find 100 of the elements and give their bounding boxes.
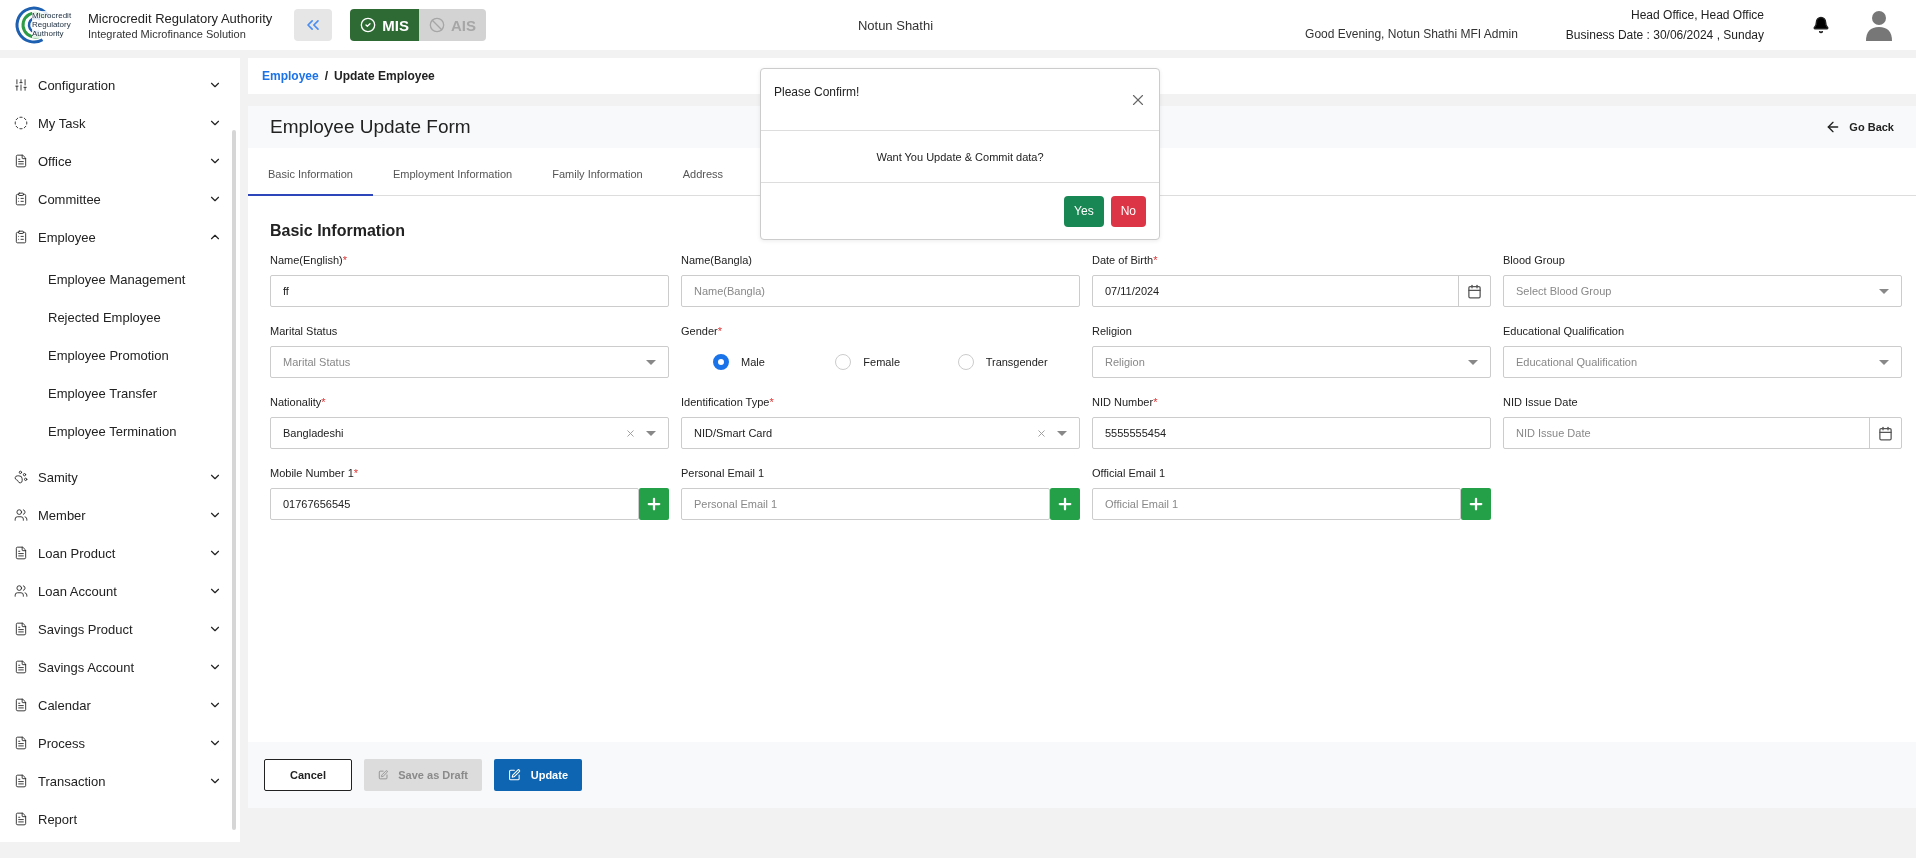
sidebar-subitem[interactable]: Rejected Employee: [0, 298, 240, 336]
field-value: ff: [283, 285, 290, 297]
sidebar-item[interactable]: Loan Product: [0, 534, 240, 572]
people-icon: [14, 508, 28, 522]
field-value: 07/11/2024: [1105, 285, 1161, 297]
sidebar-item[interactable]: Transaction: [0, 762, 240, 800]
sidebar-item[interactable]: Savings Product: [0, 610, 240, 648]
clear-icon[interactable]: [625, 427, 636, 439]
radio-button[interactable]: [835, 354, 852, 370]
radio-option[interactable]: Female: [835, 354, 958, 370]
field-label: Name(Bangla): [681, 254, 753, 268]
go-back-link[interactable]: Go Back: [1825, 119, 1894, 135]
sidebar-item[interactable]: Samity: [0, 458, 240, 496]
section-title: Basic Information: [270, 222, 406, 240]
avatar-icon[interactable]: [1864, 9, 1894, 41]
ban-icon: [428, 17, 445, 33]
input-field[interactable]: 01767656545: [270, 488, 639, 520]
field-value: NID/Smart Card: [694, 427, 774, 439]
radio-button[interactable]: [713, 354, 729, 370]
caret-icon: [1468, 359, 1478, 365]
radio-option[interactable]: Male: [713, 354, 836, 370]
form-tab[interactable]: Basic Information: [248, 154, 373, 196]
sidebar-item[interactable]: Employee: [0, 218, 240, 256]
select-field[interactable]: Religion: [1092, 346, 1491, 378]
select-field[interactable]: Marital Status: [270, 346, 669, 378]
radio-button[interactable]: [957, 354, 974, 370]
check-icon: [360, 17, 377, 33]
breadcrumb-current: Update Employee: [334, 69, 435, 83]
date-field[interactable]: 07/11/2024: [1092, 275, 1491, 307]
sliders-icon: [14, 78, 28, 92]
caret-icon: [1879, 359, 1889, 365]
sidebar-subitem[interactable]: Employee Termination: [0, 412, 240, 450]
input-field[interactable]: Personal Email 1: [681, 488, 1050, 520]
clear-icon[interactable]: [1036, 427, 1047, 439]
add-button[interactable]: [639, 488, 669, 520]
document-icon: [14, 622, 28, 636]
placeholder-text: Marital Status: [283, 356, 352, 368]
caret-icon: [1057, 430, 1067, 436]
yes-button[interactable]: Yes: [1064, 195, 1104, 227]
sidebar-item[interactable]: Office: [0, 142, 240, 180]
sidebar-item[interactable]: Member: [0, 496, 240, 534]
sidebar-item[interactable]: Process: [0, 724, 240, 762]
dialog-title: Please Confirm!: [774, 85, 860, 101]
paw-icon: [14, 470, 28, 484]
collapse-button[interactable]: [294, 9, 333, 41]
placeholder-text: Religion: [1105, 356, 1146, 368]
document-icon: [14, 154, 28, 168]
date-field[interactable]: NID Issue Date: [1503, 417, 1902, 449]
input-field[interactable]: ff: [270, 275, 669, 307]
sidebar-item[interactable]: Configuration: [0, 66, 240, 104]
plus-icon: [1056, 495, 1074, 513]
add-button[interactable]: [1050, 488, 1080, 520]
field-label: Date of Birth*: [1092, 254, 1159, 268]
select-field[interactable]: Bangladeshi: [270, 417, 669, 449]
calendar-icon[interactable]: [1467, 283, 1482, 299]
breadcrumb-link[interactable]: Employee: [262, 69, 319, 83]
document-icon: [14, 812, 28, 826]
org-name: Microcredit Regulatory Authority: [88, 10, 273, 26]
field-label: Personal Email 1: [681, 467, 766, 481]
calendar-icon[interactable]: [1878, 425, 1893, 441]
form-tab[interactable]: Address: [662, 154, 744, 196]
cancel-button[interactable]: Cancel: [264, 759, 352, 791]
sidebar-item[interactable]: Loan Account: [0, 572, 240, 610]
input-field[interactable]: 5555555454: [1092, 417, 1491, 449]
sidebar-item[interactable]: My Task: [0, 104, 240, 142]
business-date: Business Date : 30/06/2024 , Sunday: [1565, 28, 1764, 42]
sidebar-subitem[interactable]: Employee Promotion: [0, 336, 240, 374]
placeholder-text: Name(Bangla): [694, 285, 766, 297]
select-field[interactable]: Select Blood Group: [1503, 275, 1902, 307]
placeholder-text: Educational Qualification: [1516, 356, 1639, 368]
sidebar-item[interactable]: Committee: [0, 180, 240, 218]
input-field[interactable]: Name(Bangla): [681, 275, 1080, 307]
caret-icon: [646, 430, 656, 436]
field-label: Blood Group: [1503, 254, 1566, 268]
sidebar-subitem[interactable]: Employee Management: [0, 260, 240, 298]
bell-icon[interactable]: [1812, 16, 1830, 34]
document-icon: [14, 660, 28, 674]
sidebar-subitem[interactable]: Employee Transfer: [0, 374, 240, 412]
field-label: Educational Qualification: [1503, 325, 1626, 339]
document-icon: [14, 546, 28, 560]
sidebar-item[interactable]: Report: [0, 800, 240, 838]
field-label: Official Email 1: [1092, 467, 1167, 481]
module-tab[interactable]: MIS: [350, 9, 419, 41]
form-tab[interactable]: Family Information: [532, 154, 663, 196]
sidebar-item[interactable]: Calendar: [0, 686, 240, 724]
add-button[interactable]: [1461, 488, 1491, 520]
radio-option[interactable]: Transgender: [957, 354, 1080, 370]
document-icon: [14, 698, 28, 712]
select-field[interactable]: Educational Qualification: [1503, 346, 1902, 378]
form-tab[interactable]: Employment Information: [373, 154, 533, 196]
select-field[interactable]: NID/Smart Card: [681, 417, 1080, 449]
field-label: Mobile Number 1*: [270, 467, 360, 481]
input-field[interactable]: Official Email 1: [1092, 488, 1461, 520]
update-button[interactable]: Update: [494, 759, 582, 791]
no-button[interactable]: No: [1110, 195, 1146, 227]
office-name: Head Office, Head Office: [1631, 8, 1764, 22]
dialog-message: Want You Update & Commit data?: [876, 150, 1044, 163]
clipboard-icon: [14, 230, 28, 244]
sidebar-item[interactable]: Savings Account: [0, 648, 240, 686]
dashed-circle-icon: [14, 116, 28, 130]
